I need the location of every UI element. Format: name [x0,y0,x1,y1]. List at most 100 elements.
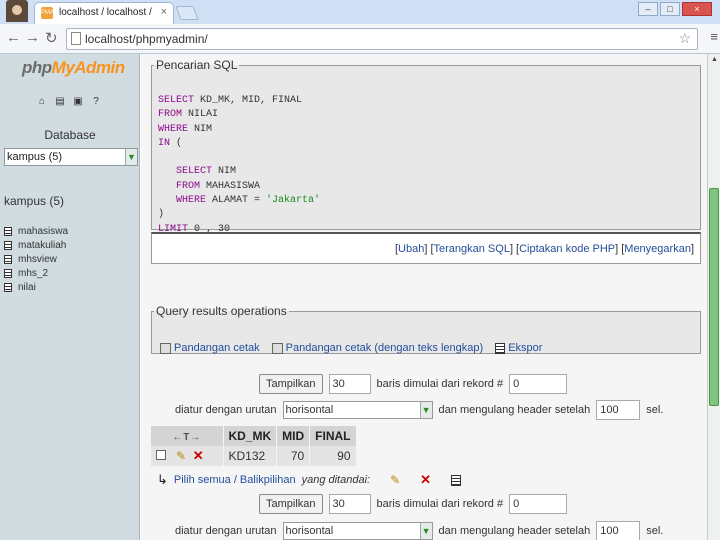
database-select[interactable]: kampus (5) ▼ [4,148,138,166]
back-icon[interactable]: ← [6,29,21,46]
refresh-link[interactable]: Menyegarkan [624,243,691,255]
sql-legend: Pencarian SQL [156,58,238,72]
delete-x-icon[interactable]: ✕ [193,448,204,463]
rows-label: baris dimulai dari rekord # [376,378,504,390]
url-text[interactable]: localhost/phpmyadmin/ [85,32,208,46]
row-checkbox[interactable] [156,450,166,460]
repeat-header-input[interactable]: 100 [596,400,641,420]
create-php-code-link[interactable]: Ciptakan kode PHP [519,243,615,255]
cell-final: 90 [309,446,357,466]
print-view-full-text-link[interactable]: Pandangan cetak (dengan teks lengkap) [271,342,483,354]
sql-line: WHERE ALAMAT = 'Jakarta' [158,194,320,208]
rows-count-input[interactable]: 30 [328,494,371,514]
query-ops-legend: Query results operations [156,304,287,318]
display-order-row: diatur dengan urutan horisontal ▼ dan men… [175,400,663,420]
tab-title: localhost / localhost / kampus [59,7,155,18]
sql-token: 'Jakarta' [266,195,321,207]
reload-icon[interactable]: ↻ [45,29,58,47]
sql-token: KD_MK, MID, FINAL [200,95,303,106]
explain-sql-link[interactable]: Terangkan SQL [434,243,510,255]
row-actions-cell: ✎ ✕ [151,446,224,466]
start-record-input[interactable]: 0 [509,374,568,394]
maximize-button[interactable]: □ [660,2,680,16]
arrow-ltr-icon: ↳ [157,472,168,487]
bookmark-star-icon[interactable]: ☆ [678,30,691,47]
browser-tab[interactable]: PMA localhost / localhost / kampus × [34,2,174,24]
order-select[interactable]: horisontal ▼ [282,522,433,540]
sql-action-links: [Ubah] [Terangkan SQL] [Ciptakan kode PH… [151,232,701,264]
sort-arrows-header[interactable]: ←T→ [151,426,224,446]
table-icon [4,268,12,278]
show-button[interactable]: Tampilkan [259,494,323,514]
chevron-down-icon: ▼ [419,402,432,418]
table-icon [4,240,12,250]
sql-token: ) [158,209,165,221]
table-list-item[interactable]: mhsview [4,252,68,266]
page-icon [71,32,81,45]
scroll-up-arrow-icon[interactable]: ▲ [708,54,720,66]
profile-avatar[interactable] [6,0,28,22]
cell-kd-mk: KD132 [223,446,278,466]
new-tab-button[interactable] [175,6,199,20]
edit-pencil-icon[interactable]: ✎ [176,449,186,463]
rows-label: baris dimulai dari rekord # [376,498,504,510]
sql-token: SELECT [158,95,201,106]
minimize-button[interactable]: – [638,2,658,16]
table-list-item[interactable]: mhs_2 [4,266,68,280]
order-select[interactable]: horisontal ▼ [282,401,433,419]
export-icon[interactable] [451,474,462,486]
show-button[interactable]: Tampilkan [259,374,323,394]
check-all-link[interactable]: Pilih semua / Balikpilihan [174,474,296,486]
database-name-link[interactable]: kampus (5) [4,194,64,208]
sql-line: ) [158,208,320,222]
sql-line: FROM MAHASISWA [158,180,320,194]
sql-query-window-icon[interactable]: ▤ [54,96,66,108]
display-options-row-bottom: Tampilkan 30 baris dimulai dari rekord #… [259,494,568,514]
address-bar[interactable]: localhost/phpmyadmin/ ☆ [66,28,698,50]
scrollbar-thumb[interactable] [709,188,719,406]
rows-count-input[interactable]: 30 [328,374,371,394]
browser-tabbar: PMA localhost / localhost / kampus × – □… [0,0,720,24]
chevron-down-icon: ▼ [419,523,432,539]
sql-line: WHERE NIM [158,123,320,137]
edit-pencil-icon[interactable]: ✎ [390,473,400,487]
column-header-mid[interactable]: MID [276,426,311,446]
sql-token: NIM [218,166,237,178]
column-header-kd-mk[interactable]: KD_MK [223,426,278,446]
repeat-header-input[interactable]: 100 [596,521,641,540]
delete-x-icon[interactable]: ✕ [420,472,431,488]
sql-token: ALAMAT = [212,195,267,207]
printer-icon [160,342,171,354]
table-list-item[interactable]: nilai [4,280,68,294]
start-record-input[interactable]: 0 [509,494,568,514]
sql-token: FROM [158,109,189,121]
cell-mid: 70 [276,446,311,466]
sql-line [158,151,320,165]
documentation-icon[interactable]: ▣ [72,96,84,108]
table-list: mahasiswa matakuliah mhsview mhs_2 nilai [4,224,68,294]
edit-query-link[interactable]: Ubah [398,243,424,255]
close-window-button[interactable]: × [682,2,712,16]
repeat-header-label: dan mengulang header setelah [438,404,591,416]
main-content-frame: Pencarian SQL SELECT KD_MK, MID, FINAL FR… [141,54,707,540]
sql-token: IN [158,137,171,149]
phpmyadmin-logo[interactable]: phpMyAdmin [22,58,125,78]
repeat-header-label: dan mengulang header setelah [438,525,591,537]
tab-close-icon[interactable]: × [161,6,167,18]
home-icon[interactable]: ⌂ [36,96,48,108]
sql-token: NILAI [188,109,219,121]
sql-token: WHERE [158,195,213,207]
export-link[interactable]: Ekspor [495,342,542,354]
wrench-menu-icon[interactable]: ≡ [710,29,718,44]
table-list-item[interactable]: matakuliah [4,238,68,252]
vertical-scrollbar[interactable]: ▲ [707,54,720,540]
left-navigation-frame: phpMyAdmin ⌂ ▤ ▣ ? Database kampus (5) ▼… [0,54,140,540]
table-icon [4,254,12,264]
order-label: diatur dengan urutan [175,404,277,416]
forward-icon[interactable]: → [25,29,40,46]
print-view-link[interactable]: Pandangan cetak [160,342,260,354]
table-list-item[interactable]: mahasiswa [4,224,68,238]
export-icon [495,342,506,354]
help-icon[interactable]: ? [90,96,102,108]
column-header-final[interactable]: FINAL [309,426,357,446]
